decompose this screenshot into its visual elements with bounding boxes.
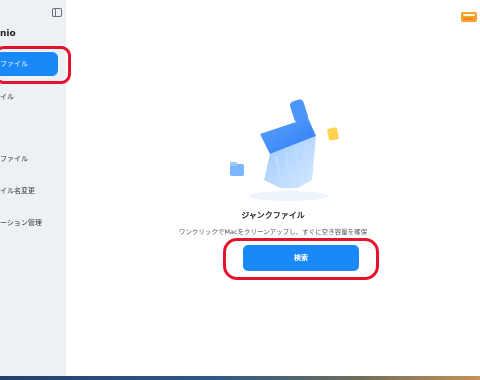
sidebar-item-label: イル bbox=[0, 93, 14, 101]
sidebar-toggle-icon[interactable] bbox=[52, 8, 62, 17]
app-name: nio bbox=[0, 29, 16, 39]
sidebar-item-app-management[interactable]: ーション管理 bbox=[0, 218, 42, 228]
app-window: nio ファイル イル ファイル イル名変更 ーション管理 ジャンクファイル ワ… bbox=[0, 0, 480, 376]
brand-logo-icon bbox=[461, 12, 477, 22]
sidebar-item-2[interactable]: イル bbox=[0, 92, 14, 102]
sidebar-item-3[interactable]: ファイル bbox=[0, 154, 28, 164]
sidebar-item-label: イル名変更 bbox=[0, 187, 35, 195]
sidebar-item-rename[interactable]: イル名変更 bbox=[0, 186, 35, 196]
page-description: ワンクリックでMacをクリーンアップし、すぐに空き容量を確保 bbox=[178, 228, 368, 236]
highlight-ring-sidebar bbox=[0, 46, 71, 84]
sidebar-item-label: ファイル bbox=[0, 155, 28, 163]
main-panel: ジャンクファイル ワンクリックでMacをクリーンアップし、すぐに空き容量を確保 … bbox=[66, 0, 480, 376]
sidebar-item-label: ーション管理 bbox=[0, 219, 42, 227]
page-title: ジャンクファイル bbox=[241, 211, 305, 220]
highlight-ring-scan-button bbox=[223, 238, 379, 280]
desktop-strip bbox=[0, 376, 480, 380]
cleaning-brush-illustration bbox=[230, 99, 339, 201]
